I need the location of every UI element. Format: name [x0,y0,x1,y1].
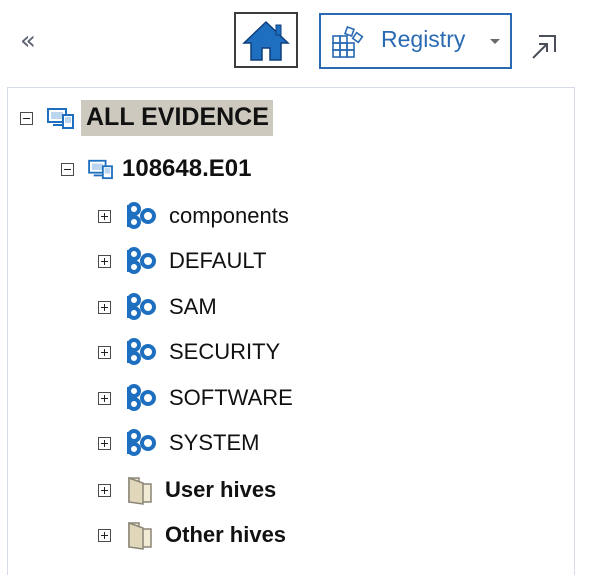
registry-hive-icon [125,292,159,322]
registry-view-dropdown[interactable]: Registry [319,13,512,69]
evidence-computer-icon [47,106,75,130]
tree-node-label: ALL EVIDENCE [81,100,273,136]
tree-node-other-hives[interactable]: Other hives [98,516,286,554]
tree-node-label: 108648.E01 [122,155,252,182]
folder-icon [125,475,155,505]
tree-node-label: SYSTEM [169,430,260,455]
registry-grid-icon [332,26,364,58]
collapse-toggle[interactable] [61,162,74,176]
tree-node-label: User hives [165,477,277,502]
registry-hive-icon [125,337,159,367]
tree-node-label: DEFAULT [169,248,267,273]
registry-hive-icon [125,428,159,458]
tree-node-software[interactable]: SOFTWARE [98,379,293,417]
tree-node-user-hives[interactable]: User hives [98,471,276,509]
tree-node-sam[interactable]: SAM [98,288,217,326]
expand-toggle[interactable] [98,528,111,542]
expand-toggle[interactable] [98,391,111,405]
tree-node-default[interactable]: DEFAULT [98,242,266,280]
registry-hive-icon [125,246,159,276]
popout-arrow-icon [532,35,556,59]
collapse-panel-button[interactable]: « [20,26,50,56]
expand-toggle[interactable] [98,209,111,223]
home-icon [241,17,291,63]
tree-node-label: SOFTWARE [169,385,293,410]
tree-node-evidence-file[interactable]: 108648.E01 [61,150,251,188]
evidence-computer-icon [88,158,114,180]
tree-node-label: Other hives [165,522,287,547]
evidence-tree: ALL EVIDENCE 108648.E01 components DEFAU… [7,87,575,575]
tree-node-label: SECURITY [169,339,281,364]
tree-node-security[interactable]: SECURITY [98,333,280,371]
popout-button[interactable] [529,32,559,62]
registry-hive-icon [125,383,159,413]
collapse-toggle[interactable] [20,111,33,125]
registry-label: Registry [381,26,466,52]
tree-node-label: SAM [169,294,217,319]
toolbar: « Registry [0,0,596,80]
home-button[interactable] [234,12,298,68]
tree-node-system[interactable]: SYSTEM [98,424,259,462]
tree-node-components[interactable]: components [98,197,289,235]
expand-toggle[interactable] [98,436,111,450]
expand-toggle[interactable] [98,483,111,497]
folder-icon [125,520,155,550]
tree-node-all-evidence[interactable]: ALL EVIDENCE [20,99,273,137]
expand-toggle[interactable] [98,345,111,359]
registry-hive-icon [125,201,159,231]
chevron-down-icon [490,39,500,44]
tree-node-label: components [169,203,289,228]
expand-toggle[interactable] [98,300,111,314]
expand-toggle[interactable] [98,254,111,268]
